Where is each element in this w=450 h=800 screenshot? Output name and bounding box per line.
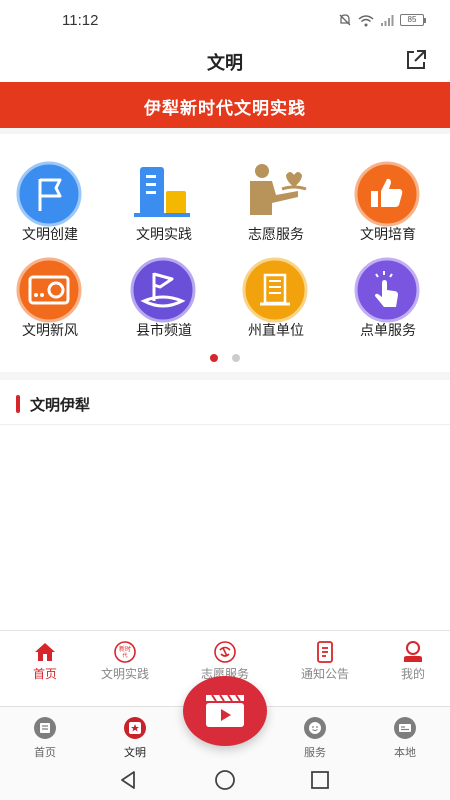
app-tab-label: 文明 bbox=[124, 747, 146, 759]
grid-item-label: 点单服务 bbox=[360, 322, 416, 338]
tab-wode[interactable]: 我的 bbox=[368, 631, 450, 707]
volunteer-icon bbox=[250, 164, 307, 215]
local-card-icon bbox=[394, 717, 416, 739]
grid-item-wenming-xinfeng[interactable]: 文明新风 bbox=[0, 257, 100, 348]
star-badge-icon bbox=[124, 717, 146, 739]
grid-item-zhiyuan-fuwu[interactable]: 志愿服务 bbox=[226, 162, 326, 252]
battery-indicator: 85 bbox=[400, 14, 426, 26]
tab-tongzhi-gonggao[interactable]: 通知公告 bbox=[280, 631, 370, 707]
share-icon bbox=[407, 50, 426, 69]
back-icon[interactable] bbox=[116, 768, 140, 792]
title-bar: 文明 bbox=[0, 40, 450, 82]
page-indicator bbox=[0, 349, 450, 367]
home-circle-icon[interactable] bbox=[213, 768, 237, 792]
app-tab-home[interactable]: 首页 bbox=[0, 707, 90, 761]
grid-item-label: 文明新风 bbox=[22, 322, 78, 338]
tab-label: 我的 bbox=[400, 667, 425, 681]
volunteer-badge-icon bbox=[214, 641, 236, 663]
tab-wenming-shijian[interactable]: 新时代 文明实践 bbox=[80, 631, 170, 707]
tab-label: 通知公告 bbox=[300, 667, 349, 681]
home-icon bbox=[35, 643, 55, 661]
grid-item-diandan-fuwu[interactable]: 点单服务 bbox=[338, 257, 438, 348]
page-dot[interactable] bbox=[232, 354, 241, 362]
video-fab-button[interactable] bbox=[183, 676, 267, 746]
tap-hand-icon bbox=[354, 257, 420, 323]
signal-icon bbox=[381, 14, 394, 26]
app-tab-fuwu[interactable]: 服务 bbox=[270, 707, 360, 761]
system-nav-bar bbox=[0, 760, 450, 800]
radio-icon bbox=[16, 257, 82, 323]
news-icon bbox=[34, 717, 56, 739]
video-clapper-icon bbox=[206, 694, 244, 727]
app-tab-wenming[interactable]: 文明 bbox=[90, 707, 180, 761]
office-building-icon bbox=[242, 257, 308, 323]
grid-item-wenming-chuangjian[interactable]: 文明创建 bbox=[0, 161, 100, 252]
mute-bell-icon bbox=[339, 14, 351, 26]
grid-item-wenming-peiyu[interactable]: 文明培育 bbox=[338, 161, 438, 252]
recents-icon[interactable] bbox=[308, 768, 332, 792]
status-bar: 11:12 85 bbox=[0, 0, 450, 40]
map-flag-icon bbox=[130, 257, 196, 323]
grid-item-label: 志愿服务 bbox=[248, 226, 304, 242]
svg-text:代: 代 bbox=[122, 652, 127, 659]
banner-text: 伊犁新时代文明实践 bbox=[144, 99, 306, 118]
notice-icon bbox=[317, 641, 333, 663]
wifi-icon bbox=[358, 14, 374, 26]
smile-icon bbox=[304, 717, 326, 739]
content-section: 文明伊犁 bbox=[0, 380, 450, 630]
grid-item-wenming-shijian[interactable]: 文明实践 bbox=[114, 162, 214, 252]
app-tab-label: 服务 bbox=[304, 747, 326, 759]
grid-item-label: 州直单位 bbox=[248, 322, 304, 338]
tab-home[interactable]: 首页 bbox=[0, 631, 90, 707]
grid-item-label: 文明培育 bbox=[360, 226, 416, 242]
grid-item-xianshi-pindao[interactable]: 县市频道 bbox=[114, 257, 214, 348]
svg-text:新时: 新时 bbox=[119, 645, 131, 653]
grid-item-label: 文明实践 bbox=[136, 226, 192, 242]
page-title: 文明 bbox=[207, 53, 243, 73]
user-icon bbox=[404, 641, 422, 662]
banner[interactable]: 伊犁新时代文明实践 bbox=[0, 82, 450, 128]
app-tab-bendi[interactable]: 本地 bbox=[360, 707, 450, 761]
status-icons: 85 bbox=[338, 13, 426, 27]
new-era-badge-icon: 新时代 bbox=[114, 641, 136, 663]
section-header: 文明伊犁 bbox=[0, 380, 450, 425]
tab-label: 首页 bbox=[32, 667, 57, 681]
grid-item-label: 县市频道 bbox=[136, 322, 192, 338]
share-button[interactable] bbox=[404, 48, 428, 72]
buildings-icon bbox=[134, 167, 190, 217]
page-dot-active[interactable] bbox=[209, 354, 218, 362]
app-tab-label: 本地 bbox=[394, 747, 416, 759]
grid-item-zhouzhi-danwei[interactable]: 州直单位 bbox=[226, 257, 326, 348]
grid-item-label: 文明创建 bbox=[22, 226, 78, 242]
flag-icon bbox=[16, 161, 82, 227]
category-grid: 文明创建 文明实践 志愿服务 文明培育 文明新风 县市频道 州直单位 点单服务 bbox=[0, 134, 450, 372]
section-title: 文明伊犁 bbox=[30, 397, 91, 414]
tab-label: 文明实践 bbox=[100, 667, 149, 681]
status-time: 11:12 bbox=[62, 12, 99, 29]
thumbs-up-icon bbox=[354, 161, 420, 227]
app-tab-label: 首页 bbox=[34, 747, 56, 759]
section-accent-bar bbox=[16, 395, 20, 413]
